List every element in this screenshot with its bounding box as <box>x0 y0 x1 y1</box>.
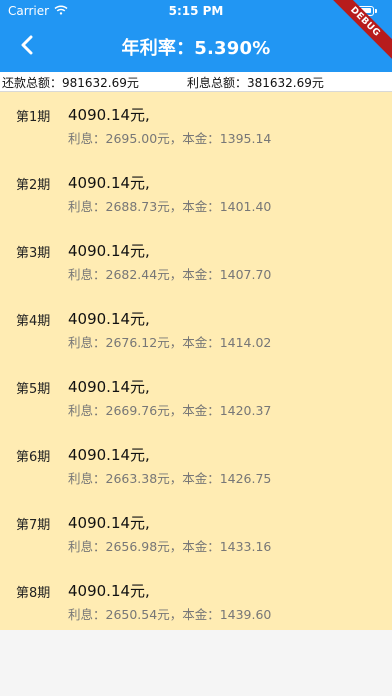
interest-total: 利息总额：381632.69元 <box>187 76 324 90</box>
interest-principal-detail: 利息：2688.73元，本金：1401.40 <box>68 199 272 214</box>
repayment-item-2: 第2期 4090.14元, 利息：2688.73元，本金：1401.40 <box>0 160 392 228</box>
page-title: 年利率：5.390% <box>121 38 271 59</box>
period-label: 第2期 <box>16 178 51 193</box>
app-bar: Carrier 5:15 PM 年利率：5.390% DEBUG <box>0 0 392 72</box>
repayment-item-8: 第8期 4090.14元, 利息：2650.54元，本金：1439.60 <box>0 568 392 636</box>
monthly-amount: 4090.14元, <box>68 446 150 464</box>
repayment-item-5: 第5期 4090.14元, 利息：2669.76元，本金：1420.37 <box>0 364 392 432</box>
period-label: 第3期 <box>16 246 51 261</box>
monthly-amount: 4090.14元, <box>68 174 150 192</box>
loan-summary: 还款总额：981632.69元 利息总额：381632.69元 <box>0 72 392 92</box>
repayment-total: 还款总额：981632.69元 <box>2 76 139 90</box>
monthly-amount: 4090.14元, <box>68 310 150 328</box>
status-bar: Carrier 5:15 PM <box>0 0 392 22</box>
battery-icon <box>352 6 377 16</box>
monthly-amount: 4090.14元, <box>68 242 150 260</box>
repayment-item-4: 第4期 4090.14元, 利息：2676.12元，本金：1414.02 <box>0 296 392 364</box>
period-label: 第7期 <box>16 518 51 533</box>
repayment-list[interactable]: 第1期 4090.14元, 利息：2695.00元，本金：1395.14 第2期… <box>0 92 392 630</box>
monthly-amount: 4090.14元, <box>68 378 150 396</box>
interest-principal-detail: 利息：2669.76元，本金：1420.37 <box>68 403 272 418</box>
status-time: 5:15 PM <box>168 4 224 18</box>
interest-principal-detail: 利息：2682.44元，本金：1407.70 <box>68 267 272 282</box>
period-label: 第8期 <box>16 586 51 601</box>
monthly-amount: 4090.14元, <box>68 514 150 532</box>
interest-principal-detail: 利息：2650.54元，本金：1439.60 <box>68 607 272 622</box>
monthly-amount: 4090.14元, <box>68 582 150 600</box>
interest-principal-detail: 利息：2695.00元，本金：1395.14 <box>68 131 272 146</box>
repayment-item-3: 第3期 4090.14元, 利息：2682.44元，本金：1407.70 <box>0 228 392 296</box>
repayment-item-7: 第7期 4090.14元, 利息：2656.98元，本金：1433.16 <box>0 500 392 568</box>
interest-principal-detail: 利息：2676.12元，本金：1414.02 <box>68 335 272 350</box>
repayment-item-1: 第1期 4090.14元, 利息：2695.00元，本金：1395.14 <box>0 92 392 160</box>
interest-principal-detail: 利息：2656.98元，本金：1433.16 <box>68 539 272 554</box>
period-label: 第4期 <box>16 314 51 329</box>
monthly-amount: 4090.14元, <box>68 106 150 124</box>
period-label: 第1期 <box>16 110 51 125</box>
period-label: 第5期 <box>16 382 51 397</box>
period-label: 第6期 <box>16 450 51 465</box>
interest-principal-detail: 利息：2663.38元，本金：1426.75 <box>68 471 272 486</box>
repayment-item-6: 第6期 4090.14元, 利息：2663.38元，本金：1426.75 <box>0 432 392 500</box>
